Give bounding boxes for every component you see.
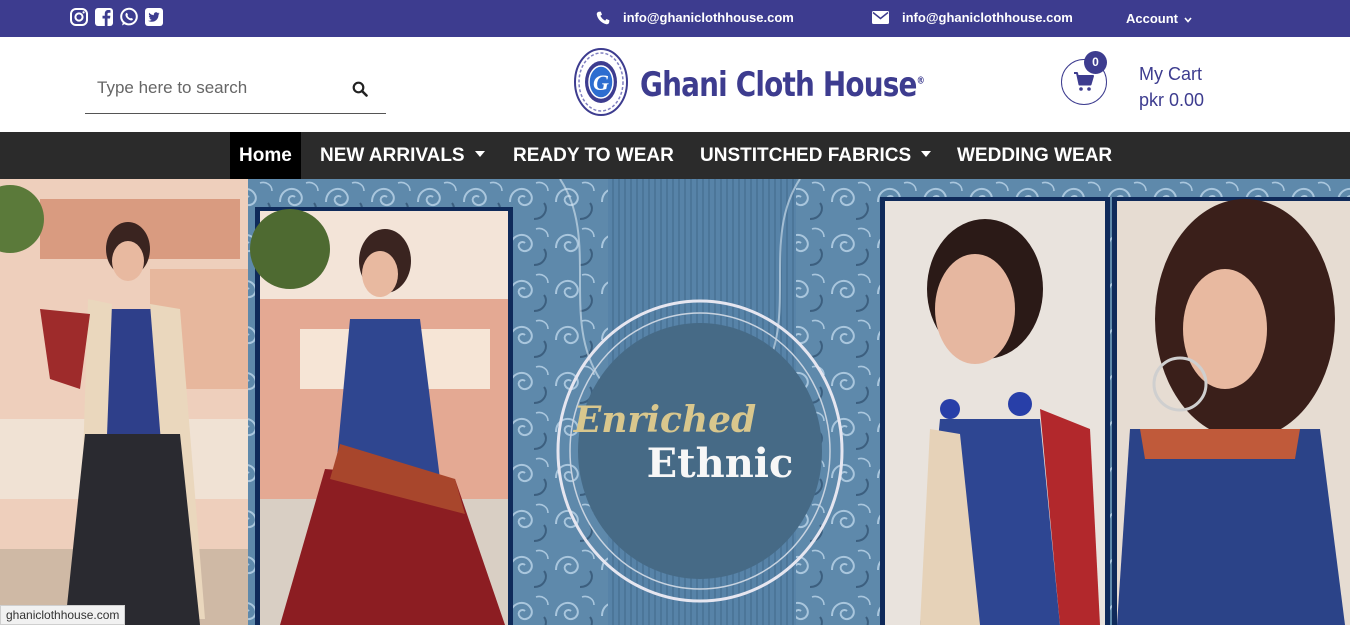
banner-script-text: Enriched [573,399,756,441]
logo-letter: G [593,70,609,95]
hero-banner[interactable]: Enriched Ethnic [0,179,1350,625]
cart-icon-circle[interactable]: 0 [1061,51,1107,105]
status-bar-url: ghaniclothhouse.com [0,605,126,625]
account-dropdown[interactable]: Account [1126,11,1192,26]
search-input[interactable] [85,73,340,103]
registered-mark: ® [916,75,925,87]
contact-phone[interactable]: info@ghaniclothhouse.com [596,10,794,25]
site-header: G Ghani Cloth House® 0 My Cart pkr 0.00 [0,37,1350,132]
cart-summary[interactable]: My Cart pkr 0.00 [1139,61,1204,113]
cart-label[interactable]: My Cart [1139,61,1204,87]
instagram-icon[interactable] [69,7,89,27]
twitter-icon[interactable] [144,7,164,27]
cart-button[interactable]: 0 [1061,51,1107,105]
top-bar: info@ghaniclothhouse.com info@ghanicloth… [0,0,1350,37]
nav-item-new-arrivals[interactable]: NEW ARRIVALS [320,132,485,179]
site-logo[interactable]: G Ghani Cloth House® [572,45,986,124]
search-icon[interactable] [352,81,368,102]
nav-item-ready-to-wear[interactable]: READY TO WEAR [513,132,674,179]
logo-text: Ghani Cloth House® [640,64,925,105]
nav-label-unstitched-fabrics[interactable]: UNSTITCHED FABRICS [700,145,911,166]
banner-artwork: Enriched Ethnic [0,179,1350,625]
nav-label-home[interactable]: Home [239,145,292,166]
contact-email[interactable]: info@ghaniclothhouse.com [872,10,1073,25]
social-links [69,7,164,27]
nav-label-ready-to-wear[interactable]: READY TO WEAR [513,145,674,166]
nav-label-wedding-wear[interactable]: WEDDING WEAR [957,145,1112,166]
model-photo-2 [250,207,513,625]
main-navigation: Home NEW ARRIVALS READY TO WEAR UNSTITCH… [0,132,1350,179]
phone-icon [596,11,610,25]
caret-down-icon [921,150,932,157]
nav-item-home[interactable]: Home [230,132,301,179]
phone-contact-text[interactable]: info@ghaniclothhouse.com [623,10,794,25]
search-box [85,67,386,114]
nav-item-unstitched-fabrics[interactable]: UNSTITCHED FABRICS [700,132,932,179]
envelope-icon [872,11,889,24]
model-photo-1 [0,179,248,625]
model-photo-3 [880,197,1110,625]
logo-emblem: G [572,45,630,124]
center-medallion: Enriched Ethnic [556,299,844,603]
email-contact-text[interactable]: info@ghaniclothhouse.com [902,10,1073,25]
logo-name: Ghani Cloth House [640,64,917,105]
banner-main-text: Ethnic [647,440,794,487]
nav-label-new-arrivals[interactable]: NEW ARRIVALS [320,145,465,166]
caret-down-icon [474,150,485,157]
facebook-icon[interactable] [94,7,114,27]
account-label[interactable]: Account [1126,11,1178,26]
whatsapp-icon[interactable] [119,7,139,27]
nav-item-wedding-wear[interactable]: WEDDING WEAR [957,132,1112,179]
cart-total: pkr 0.00 [1139,90,1205,110]
chevron-down-icon [1182,11,1192,26]
model-photo-4 [1112,197,1350,625]
cart-count-badge: 0 [1084,51,1107,74]
